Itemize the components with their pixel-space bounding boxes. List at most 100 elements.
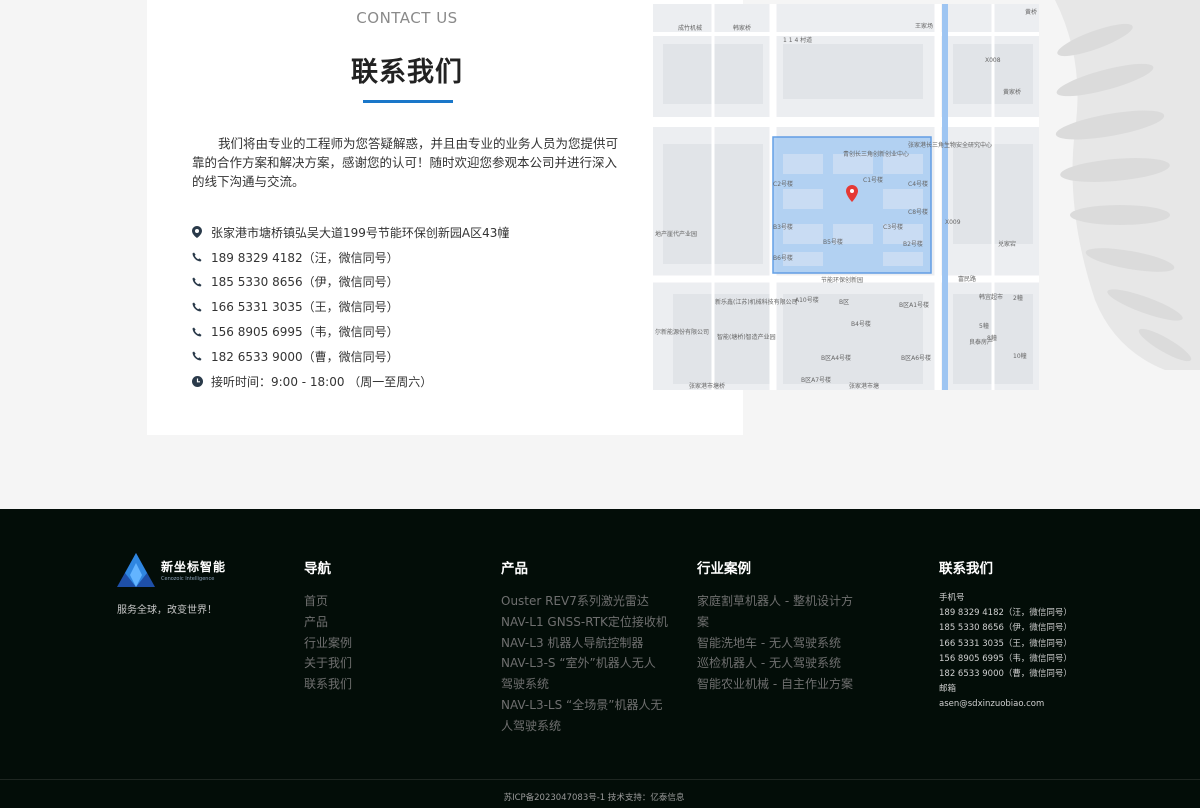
map-label: 张家港长三角生物安全研究中心 (908, 141, 992, 149)
footer-nav-list: 首页 产品 行业案例 关于我们 联系我们 (304, 591, 352, 695)
footer-logo[interactable]: 新坐标智能 Cenozoic Intelligence (117, 553, 226, 587)
clock-icon (192, 375, 211, 387)
map-label: 富民路 (958, 275, 976, 283)
phone-icon (192, 351, 211, 361)
footer-contact-info: 手机号 189 8329 4182（汪，微信同号） 185 5330 8656（… (939, 591, 1072, 713)
map-label: B2号楼 (903, 240, 923, 248)
map-label: B4号楼 (851, 320, 871, 328)
map-label: 8幢 (987, 334, 997, 342)
footer-nav-about[interactable]: 关于我们 (304, 653, 352, 674)
map-label: 王家场 (915, 22, 933, 30)
map-label: 尔新能源份有限公司 (655, 328, 709, 336)
phone-item[interactable]: 156 8905 6995（韦，微信同号） (192, 319, 632, 344)
map-label: B区A7号楼 (801, 376, 831, 384)
map-label: 张家港市塘 (849, 382, 879, 390)
footer-nav-contact[interactable]: 联系我们 (304, 674, 352, 695)
map-label: 2幢 (1013, 294, 1023, 302)
map-label: 韩家桥 (733, 24, 751, 32)
footer-product-link[interactable]: NAV-L1 GNSS-RTK定位接收机 (501, 612, 671, 633)
map-graphic: 成竹机械 韩家桥 1 1 4 村道 王家场 X008 黄家桥 黄桥 张家港长三角… (653, 4, 1039, 390)
intro-text: 我们将由专业的工程师为您答疑解惑，并且由专业的业务人员为您提供可靠的合作方案和解… (192, 136, 619, 189)
footer-case-link[interactable]: 巡检机器人 - 无人驾驶系统 (697, 653, 867, 674)
hours-item: 接听时间：9:00 - 18:00 （周一至周六） (192, 369, 632, 394)
address-text: 张家港市塘桥镇弘吴大道199号节能环保创新园A区43幢 (211, 225, 510, 240)
site-footer: 新坐标智能 Cenozoic Intelligence 服务全球，改变世界！ 导… (0, 509, 1200, 808)
map-label: 5幢 (979, 322, 989, 330)
map-label: 兑家宕 (998, 240, 1016, 248)
copyright[interactable]: 苏ICP备2023047083号-1 技术支持：亿泰信息 (0, 791, 1188, 803)
map-label: B区A6号楼 (901, 354, 931, 362)
products-title: 产品 (501, 561, 528, 577)
map-label: 黄桥 (1025, 8, 1037, 16)
phone-item[interactable]: 189 8329 4182（汪，微信同号） (192, 245, 632, 270)
footer-contact-title: 联系我们 (939, 561, 993, 577)
map-label: B3号楼 (773, 223, 793, 231)
map-label: C4号楼 (908, 180, 928, 188)
map-label: 1 1 4 村道 (783, 36, 812, 44)
phone-item[interactable]: 185 5330 8656（伊，微信同号） (192, 270, 632, 295)
nav-title: 导航 (304, 561, 331, 577)
footer-nav-home[interactable]: 首页 (304, 591, 352, 612)
section-title: 联系我们 (351, 57, 463, 88)
footer-products-list: Ouster REV7系列激光雷达 NAV-L1 GNSS-RTK定位接收机 N… (501, 591, 671, 737)
phone-label: 手机号 (939, 593, 965, 603)
phone-text: 156 8905 6995（韦，微信同号） (211, 325, 399, 340)
title-underline (363, 100, 453, 103)
map-label: 10幢 (1013, 352, 1027, 360)
map-label: B区A1号楼 (899, 301, 929, 309)
map-label: B6号楼 (773, 254, 793, 262)
map-label: 黄家桥 (1003, 88, 1021, 96)
map-label: 节能环保创新园 (821, 276, 863, 284)
location-pin-icon (192, 226, 211, 239)
map-label: 新乐鑫(江苏)机械科技有限公司 (715, 298, 798, 306)
slogan: 服务全球，改变世界！ (117, 605, 217, 616)
map-label: X009 (945, 219, 961, 226)
footer-phone[interactable]: 156 8905 6995（韦，微信同号） (939, 652, 1072, 667)
map-label: 张家港市塘桥 (689, 382, 725, 390)
footer-case-link[interactable]: 家庭割草机器人 - 整机设计方案 (697, 591, 867, 633)
logo-icon (117, 553, 155, 587)
map-label: B5号楼 (823, 238, 843, 246)
footer-email[interactable]: asen@sdxinzuobiao.com (939, 697, 1072, 712)
footer-nav-products[interactable]: 产品 (304, 612, 352, 633)
phone-item[interactable]: 166 5331 3035（王，微信同号） (192, 294, 632, 319)
footer-product-link[interactable]: NAV-L3-S “室外”机器人无人 驾驶系统 (501, 653, 671, 695)
map-label: B区 (839, 299, 849, 306)
phone-text: 189 8329 4182（汪，微信同号） (211, 250, 399, 265)
footer-phone[interactable]: 182 6533 9000（曹，微信同号） (939, 667, 1072, 682)
phone-text: 185 5330 8656（伊，微信同号） (211, 275, 399, 290)
phone-text: 166 5331 3035（王，微信同号） (211, 300, 399, 315)
footer-product-link[interactable]: Ouster REV7系列激光雷达 (501, 591, 671, 612)
footer-product-link[interactable]: NAV-L3 机器人导航控制器 (501, 633, 671, 654)
logo-name: 新坐标智能 (161, 560, 227, 574)
cases-title: 行业案例 (697, 561, 751, 577)
phone-item[interactable]: 182 6533 9000（曹，微信同号） (192, 344, 632, 369)
map-label: 地产崖代产业园 (655, 230, 697, 238)
map-label: 青创长三角创新创业中心 (843, 150, 909, 158)
map-label: C8号楼 (908, 208, 928, 216)
phone-icon (192, 277, 211, 287)
phone-icon (192, 302, 211, 312)
section-title-en: CONTACT US (356, 9, 458, 27)
footer-case-link[interactable]: 智能农业机械 - 自主作业方案 (697, 674, 867, 695)
footer-phone[interactable]: 166 5331 3035（王，微信同号） (939, 637, 1072, 652)
map-label: C2号楼 (773, 180, 793, 188)
footer-phone[interactable]: 185 5330 8656（伊，微信同号） (939, 621, 1072, 636)
phone-icon (192, 327, 211, 337)
email-label: 邮箱 (939, 684, 957, 695)
footer-product-link[interactable]: NAV-L3-LS “全场景”机器人无 人驾驶系统 (501, 695, 671, 737)
footer-nav-cases[interactable]: 行业案例 (304, 633, 352, 654)
fern-decoration (1055, 0, 1200, 370)
address-item: 张家港市塘桥镇弘吴大道199号节能环保创新园A区43幢 (192, 220, 632, 245)
map-label: 成竹机械 (678, 24, 702, 32)
map-label: C3号楼 (883, 223, 903, 231)
footer-case-link[interactable]: 智能洗地车 - 无人驾驶系统 (697, 633, 867, 654)
logo-name-en: Cenozoic Intelligence (161, 576, 215, 582)
map-label: B区A4号楼 (821, 354, 851, 362)
map-label: X008 (985, 57, 1001, 64)
contact-info-list: 张家港市塘桥镇弘吴大道199号节能环保创新园A区43幢 189 8329 418… (192, 220, 632, 394)
phone-text: 182 6533 9000（曹，微信同号） (211, 349, 399, 364)
location-map[interactable]: 成竹机械 韩家桥 1 1 4 村道 王家场 X008 黄家桥 黄桥 张家港长三角… (653, 4, 1039, 390)
map-label: A10号楼 (795, 296, 819, 304)
footer-phone[interactable]: 189 8329 4182（汪，微信同号） (939, 606, 1072, 621)
